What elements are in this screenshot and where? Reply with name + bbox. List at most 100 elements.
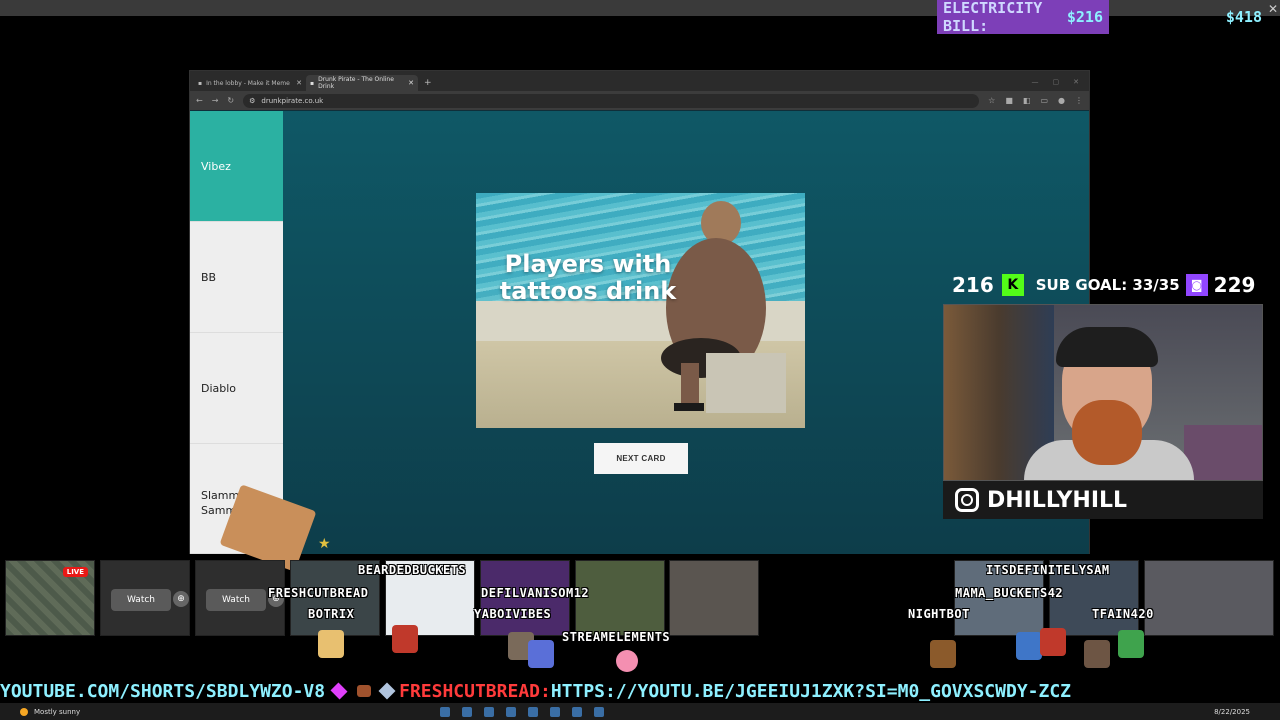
app-icon[interactable] <box>572 706 582 717</box>
close-icon[interactable]: ✕ <box>1268 2 1278 16</box>
chat-name: BEARDEDBUCKETS <box>358 563 467 577</box>
pixel-sprite <box>616 650 638 672</box>
chat-name: BOTRIX <box>308 607 355 621</box>
watch-button[interactable]: Watch <box>111 589 171 611</box>
pixel-sprite <box>528 640 554 668</box>
back-icon[interactable]: ← <box>196 96 203 105</box>
stream-thumb[interactable] <box>1144 560 1274 636</box>
electricity-bill-widget: ELECTRICITY BILL: $216 <box>937 0 1109 35</box>
webcam-headphones <box>1056 327 1158 367</box>
app-icon[interactable] <box>484 706 494 717</box>
electricity-label: ELECTRICITY BILL: <box>943 0 1043 35</box>
stream-thumb: Watch ⊕ <box>100 560 190 636</box>
app-icon[interactable] <box>594 706 604 717</box>
goals-bar: 216 K SUB GOAL: 33/35 ◙ 229 <box>952 268 1262 302</box>
twitch-count: 229 <box>1213 273 1256 297</box>
instagram-icon <box>955 488 979 512</box>
tab-title: In the lobby - Make it Meme <box>206 79 290 87</box>
chat-name: MAMA_BUCKETS42 <box>955 586 1064 600</box>
chat-name: NIGHTBOT <box>908 607 970 621</box>
bookmark-star-icon[interactable]: ☆ <box>988 96 995 105</box>
tab-bar: ▪ In the lobby - Make it Meme ✕ ▪ Drunk … <box>190 71 1089 91</box>
site-info-icon[interactable]: ⚙ <box>249 97 255 105</box>
ticker-text: YOUTUBE.COM/SHORTS/SBDLYWZO-V8 <box>0 680 326 702</box>
maximize-icon[interactable]: ▢ <box>1053 78 1060 86</box>
profile-avatar[interactable]: ● <box>1058 96 1065 105</box>
pixel-sprite <box>1040 628 1066 656</box>
chat-ticker: YOUTUBE.COM/SHORTS/SBDLYWZO-V8 FRESHCUTB… <box>0 679 1280 703</box>
tab-favicon-icon: ▪ <box>198 79 203 87</box>
pixel-sprite <box>930 640 956 668</box>
zoom-icon[interactable]: ⊕ <box>173 591 189 607</box>
chat-name: STREAMELEMENTS <box>562 630 671 644</box>
tattooed-man-figure <box>661 201 786 413</box>
tab-close-icon[interactable]: ✕ <box>408 79 414 87</box>
new-tab-icon[interactable]: + <box>424 78 432 88</box>
sidebar-item-bb[interactable]: BB <box>190 222 283 333</box>
tab-title: Drunk Pirate - The Online Drink <box>318 76 394 90</box>
weather-widget[interactable]: Mostly sunny <box>20 707 81 716</box>
chat-name: ITSDEFINITELYSAM <box>986 563 1110 577</box>
pixel-sprite <box>1016 632 1042 660</box>
stream-thumb[interactable] <box>669 560 759 636</box>
search-icon[interactable] <box>462 706 472 717</box>
next-card-button[interactable]: NEXT CARD <box>594 443 688 474</box>
electricity-amount: $216 <box>1066 8 1103 26</box>
url-field[interactable]: ⚙ drunkpirate.co.uk <box>243 93 980 108</box>
hat-emote-icon <box>357 685 372 697</box>
sun-icon <box>20 707 28 716</box>
app-icon[interactable] <box>506 706 516 717</box>
webcam-background-bed <box>1184 425 1262 480</box>
app-icon[interactable] <box>528 706 538 717</box>
address-bar: ← → ↻ ⚙ drunkpirate.co.uk ☆ ■ ◧ ▭ ● ⋮ <box>190 91 1089 110</box>
pixel-sprite <box>392 625 418 653</box>
instagram-banner: DHILLYHILL <box>943 481 1263 519</box>
reload-icon[interactable]: ↻ <box>227 96 234 105</box>
gem-emote-icon <box>330 682 348 700</box>
pixel-sprite <box>1084 640 1110 668</box>
tab-favicon-icon: ▪ <box>310 79 315 87</box>
taskbar-date: 8/22/2025 <box>1214 707 1250 716</box>
stream-thumb[interactable]: LIVE <box>5 560 95 636</box>
os-taskbar: Mostly sunny 8/22/2025 <box>0 703 1280 720</box>
sidepanel-icon[interactable]: ▭ <box>1040 96 1048 105</box>
pixel-sprite <box>1118 630 1144 658</box>
minimize-icon[interactable]: — <box>1032 78 1039 86</box>
start-icon[interactable] <box>440 706 450 717</box>
chat-name: FRESHCUTBREAD <box>268 586 369 600</box>
chat-name: YABOIVIBES <box>474 607 552 621</box>
window-controls: — ▢ ✕ <box>1032 78 1090 91</box>
chat-name: TFAIN420 <box>1092 607 1154 621</box>
menu-kebab-icon[interactable]: ⋮ <box>1075 96 1083 105</box>
sub-goal-text: SUB GOAL: 33/35 <box>1035 276 1180 294</box>
diamond-emote-icon <box>378 682 396 700</box>
app-icon[interactable] <box>550 706 560 717</box>
watch-button[interactable]: Watch <box>206 589 266 611</box>
instagram-handle: DHILLYHILL <box>987 487 1128 513</box>
kick-logo-icon: K <box>1001 274 1024 296</box>
kick-count: 216 <box>952 273 994 297</box>
money-counter: $418 <box>1225 8 1262 26</box>
star-icon: ★ <box>318 536 331 552</box>
tab-close-icon[interactable]: ✕ <box>296 79 302 87</box>
weather-text: Mostly sunny <box>34 707 81 716</box>
webcam-beard <box>1072 400 1142 465</box>
streamer-webcam <box>943 304 1263 481</box>
ticker-user: FRESHCUTBREAD: <box>399 680 551 702</box>
tab-drunk-pirate[interactable]: ▪ Drunk Pirate - The Online Drink ✕ <box>306 75 418 91</box>
window-close-icon[interactable]: ✕ <box>1073 78 1079 86</box>
pixel-sprite <box>318 630 344 658</box>
twitch-logo-icon: ◙ <box>1185 274 1208 296</box>
chat-name: DEFILVANISOM12 <box>481 586 590 600</box>
forward-icon[interactable]: → <box>212 96 219 105</box>
extensions-puzzle-icon[interactable]: ◧ <box>1023 96 1031 105</box>
extension-icon[interactable]: ■ <box>1005 96 1013 105</box>
ticker-message: HTTPS://YOUTU.BE/JGEEIUJ1ZXK?SI=M0_GOVXS… <box>550 680 1071 702</box>
player-sidebar: Vibez BB Diablo Slammy Sammy <box>190 111 283 554</box>
sidebar-item-vibez[interactable]: Vibez <box>190 111 283 222</box>
drink-card-image: Players with tattoos drink <box>476 193 805 428</box>
live-badge: LIVE <box>62 567 88 577</box>
tab-make-it-meme[interactable]: ▪ In the lobby - Make it Meme ✕ <box>194 75 306 91</box>
card-prompt-text: Players with tattoos drink <box>499 250 677 305</box>
sidebar-item-diablo[interactable]: Diablo <box>190 333 283 444</box>
